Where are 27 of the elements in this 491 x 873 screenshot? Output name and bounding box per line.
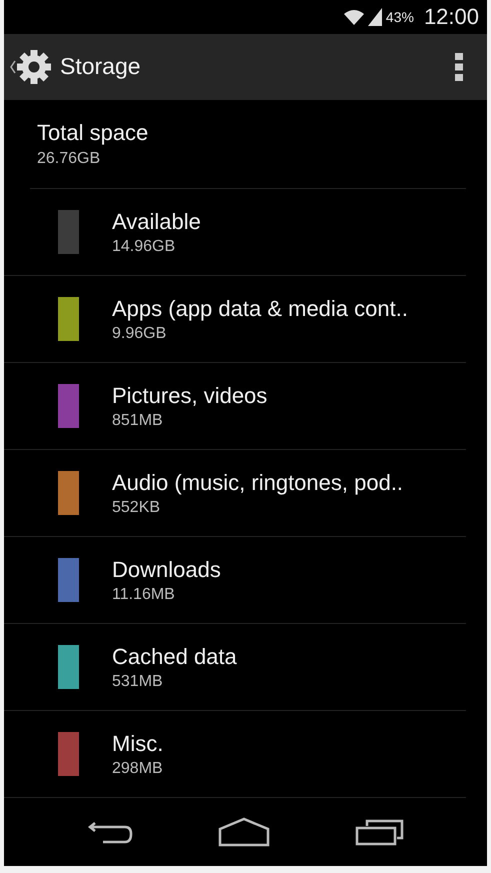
category-name: Cached data (112, 644, 237, 670)
gear-icon[interactable] (16, 48, 52, 85)
category-name: Downloads (112, 556, 221, 583)
clock-time: 12:00 (424, 4, 479, 30)
category-size: 298MB (112, 760, 164, 778)
overflow-menu-icon[interactable] (455, 52, 463, 81)
category-size: 851MB (112, 412, 164, 430)
home-icon[interactable] (218, 817, 270, 848)
category-size: 552KB (112, 498, 162, 517)
category-size: 9.96GB (112, 324, 168, 343)
category-size: 531MB (112, 672, 164, 691)
category-name: Audio (music, ringtones, pod.. (112, 470, 404, 496)
battery-percent: 43% (386, 8, 414, 25)
recent-apps-icon[interactable] (354, 818, 404, 846)
back-icon[interactable] (86, 819, 132, 846)
category-size: 14.96GB (112, 238, 176, 256)
back-caret-icon[interactable] (10, 60, 16, 74)
total-space-value: 26.76GB (37, 150, 102, 168)
signal-icon (368, 8, 382, 26)
category-name: Apps (app data & media cont.. (112, 296, 408, 322)
screen-title: Storage (60, 53, 142, 80)
total-space-label: Total space (37, 120, 150, 146)
category-size: 11.16MB (112, 586, 176, 604)
category-name: Pictures, videos (112, 382, 268, 409)
category-name: Misc. (112, 730, 164, 757)
category-name: Available (112, 208, 201, 235)
wifi-icon (344, 8, 364, 25)
